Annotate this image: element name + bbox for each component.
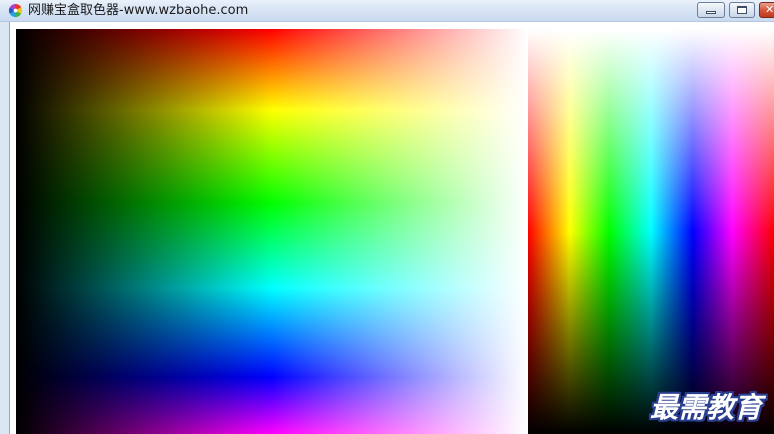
color-picker-window: 网赚宝盒取色器-www.wzbaohe.com ✕ 最需教育: [0, 0, 774, 434]
watermark-text: 最需教育: [650, 391, 763, 424]
color-wheel-icon: [8, 3, 23, 18]
window-title: 网赚宝盒取色器-www.wzbaohe.com: [28, 3, 249, 18]
title-bar[interactable]: 网赚宝盒取色器-www.wzbaohe.com ✕: [0, 0, 774, 22]
main-color-spectrum[interactable]: [16, 29, 528, 434]
side-color-spectrum[interactable]: [528, 29, 774, 434]
minimize-icon: [706, 11, 716, 14]
minimize-button[interactable]: [697, 2, 725, 18]
maximize-icon: [737, 6, 747, 14]
close-button[interactable]: ✕: [759, 2, 774, 18]
maximize-button[interactable]: [729, 2, 755, 18]
close-icon: ✕: [765, 3, 774, 16]
